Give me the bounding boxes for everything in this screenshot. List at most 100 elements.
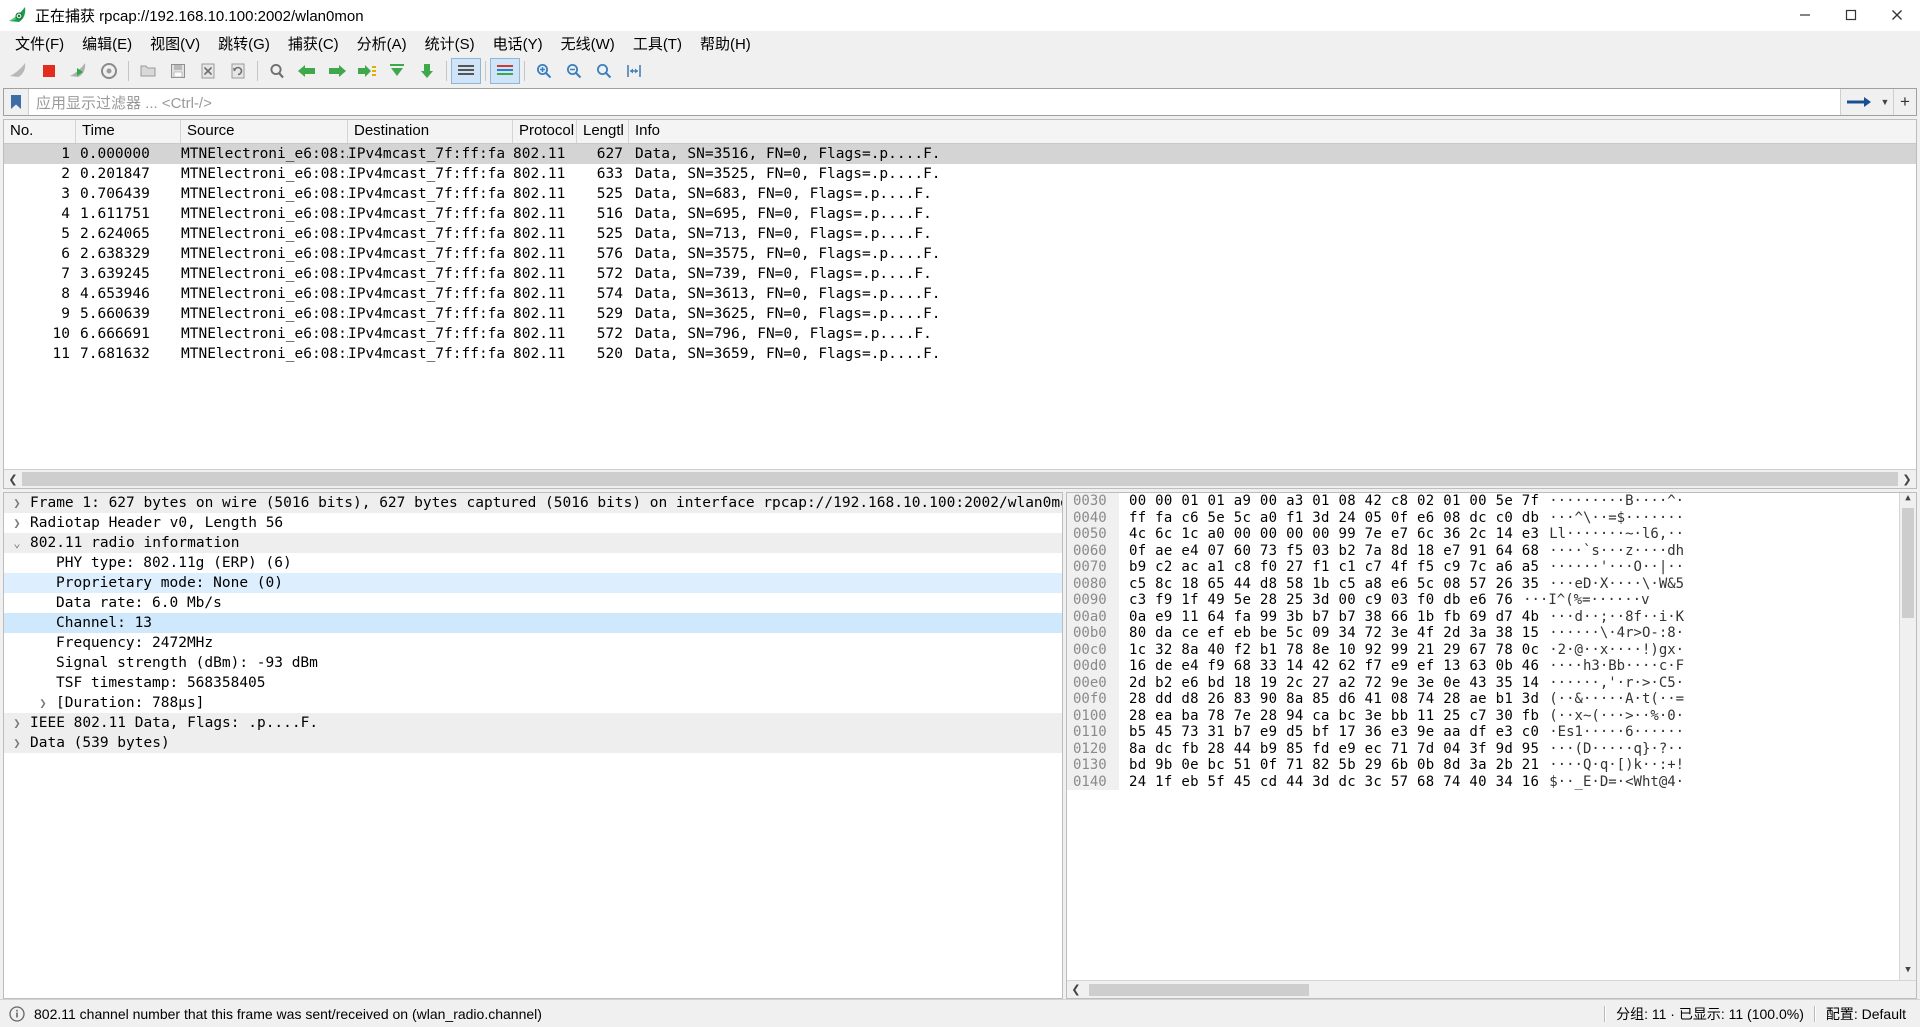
- reload-file-icon[interactable]: [223, 58, 253, 84]
- hex-dump-row[interactable]: 00600f ae e4 07 60 73 f5 03 b2 7a 8d 18 …: [1067, 543, 1899, 560]
- minimize-button[interactable]: [1782, 0, 1828, 30]
- go-last-packet-icon[interactable]: [412, 58, 442, 84]
- packet-row[interactable]: 95.660639MTNElectroni_e6:08:…IPv4mcast_7…: [4, 304, 1916, 324]
- detail-tree-row[interactable]: Channel: 13: [4, 613, 1062, 633]
- menu-tools[interactable]: 工具(T): [624, 30, 691, 57]
- hex-dump-body[interactable]: 003000 00 01 01 a9 00 a3 01 08 42 c8 02 …: [1067, 493, 1916, 980]
- scroll-left-icon[interactable]: ❮: [4, 473, 22, 486]
- chevron-right-icon[interactable]: ❯: [4, 513, 30, 533]
- menu-edit[interactable]: 编辑(E): [73, 30, 141, 57]
- column-header-destination[interactable]: Destination: [348, 120, 513, 143]
- column-header-time[interactable]: Time: [76, 120, 181, 143]
- detail-tree-row[interactable]: ⌄802.11 radio information: [4, 533, 1062, 553]
- hex-vscrollbar[interactable]: ▲ ▼: [1899, 493, 1916, 980]
- hex-dump-row[interactable]: 0040ff fa c6 5e 5c a0 f1 3d 24 05 0f e6 …: [1067, 510, 1899, 527]
- menu-telephony[interactable]: 电话(Y): [484, 30, 552, 57]
- hex-dump-row[interactable]: 00c01c 32 8a 40 f2 b1 78 8e 10 92 99 21 …: [1067, 642, 1899, 659]
- display-filter-input[interactable]: 应用显示过滤器 ... <Ctrl-/>: [29, 89, 1840, 115]
- detail-tree-row[interactable]: ❯Data (539 bytes): [4, 733, 1062, 753]
- apply-filter-button[interactable]: [1840, 89, 1877, 115]
- info-circle-icon[interactable]: [6, 1006, 28, 1022]
- detail-tree-row[interactable]: Frequency: 2472MHz: [4, 633, 1062, 653]
- menu-view[interactable]: 视图(V): [141, 30, 209, 57]
- open-file-icon[interactable]: [133, 58, 163, 84]
- packet-row[interactable]: 10.000000MTNElectroni_e6:08:…IPv4mcast_7…: [4, 144, 1916, 164]
- go-to-packet-icon[interactable]: [352, 58, 382, 84]
- packet-row[interactable]: 62.638329MTNElectroni_e6:08:…IPv4mcast_7…: [4, 244, 1916, 264]
- packet-row[interactable]: 52.624065MTNElectroni_e6:08:…IPv4mcast_7…: [4, 224, 1916, 244]
- find-packet-icon[interactable]: [262, 58, 292, 84]
- start-capture-icon[interactable]: [4, 58, 34, 84]
- scroll-track[interactable]: [22, 472, 1898, 486]
- detail-tree-row[interactable]: ❯Frame 1: 627 bytes on wire (5016 bits),…: [4, 493, 1062, 513]
- capture-options-icon[interactable]: [94, 58, 124, 84]
- detail-tree-row[interactable]: Proprietary mode: None (0): [4, 573, 1062, 593]
- menu-wireless[interactable]: 无线(W): [552, 30, 624, 57]
- column-header-protocol[interactable]: Protocol: [513, 120, 577, 143]
- chevron-down-icon[interactable]: ⌄: [4, 533, 30, 553]
- go-first-packet-icon[interactable]: [382, 58, 412, 84]
- column-header-length[interactable]: Lengtl: [577, 120, 629, 143]
- chevron-right-icon[interactable]: ❯: [4, 733, 30, 753]
- filter-history-chevron-down-icon[interactable]: ▼: [1877, 89, 1893, 115]
- packet-row[interactable]: 106.666691MTNElectroni_e6:08:…IPv4mcast_…: [4, 324, 1916, 344]
- add-filter-button[interactable]: +: [1893, 89, 1916, 115]
- hex-dump-rows[interactable]: 003000 00 01 01 a9 00 a3 01 08 42 c8 02 …: [1067, 493, 1899, 980]
- menu-capture[interactable]: 捕获(C): [279, 30, 348, 57]
- hex-dump-row[interactable]: 0080c5 8c 18 65 44 d8 58 1b c5 a8 e6 5c …: [1067, 576, 1899, 593]
- chevron-right-icon[interactable]: ❯: [4, 713, 30, 733]
- detail-tree-row[interactable]: ❯IEEE 802.11 Data, Flags: .p....F.: [4, 713, 1062, 733]
- hex-dump-row[interactable]: 0090c3 f9 1f 49 5e 28 25 3d 00 c9 03 f0 …: [1067, 592, 1899, 609]
- packet-row[interactable]: 20.201847MTNElectroni_e6:08:…IPv4mcast_7…: [4, 164, 1916, 184]
- detail-tree-row[interactable]: Data rate: 6.0 Mb/s: [4, 593, 1062, 613]
- menu-go[interactable]: 跳转(G): [209, 30, 279, 57]
- menu-file[interactable]: 文件(F): [6, 30, 73, 57]
- packet-list-body[interactable]: 10.000000MTNElectroni_e6:08:…IPv4mcast_7…: [4, 144, 1916, 469]
- zoom-reset-icon[interactable]: [589, 58, 619, 84]
- detail-tree-row[interactable]: ❯Radiotap Header v0, Length 56: [4, 513, 1062, 533]
- packet-row[interactable]: 117.681632MTNElectroni_e6:08:…IPv4mcast_…: [4, 344, 1916, 364]
- zoom-out-icon[interactable]: [559, 58, 589, 84]
- packet-details-pane[interactable]: ❯Frame 1: 627 bytes on wire (5016 bits),…: [3, 492, 1063, 999]
- detail-tree-row[interactable]: TSF timestamp: 568358405: [4, 673, 1062, 693]
- packet-row[interactable]: 73.639245MTNElectroni_e6:08:…IPv4mcast_7…: [4, 264, 1916, 284]
- hex-dump-row[interactable]: 0070b9 c2 ac a1 c8 f0 27 f1 c1 c7 4f f5 …: [1067, 559, 1899, 576]
- menu-help[interactable]: 帮助(H): [691, 30, 760, 57]
- column-header-no[interactable]: No.: [4, 120, 76, 143]
- scroll-track[interactable]: [1900, 618, 1916, 965]
- hex-dump-row[interactable]: 0130bd 9b 0e bc 51 0f 71 82 5b 29 6b 0b …: [1067, 757, 1899, 774]
- scroll-thumb[interactable]: [1902, 508, 1914, 618]
- detail-tree-row[interactable]: ❯[Duration: 788µs]: [4, 693, 1062, 713]
- scroll-left-icon[interactable]: ❮: [1067, 983, 1085, 996]
- chevron-right-icon[interactable]: ❯: [4, 493, 30, 513]
- close-button[interactable]: [1874, 0, 1920, 30]
- chevron-right-icon[interactable]: ❯: [30, 693, 56, 713]
- hex-dump-row[interactable]: 014024 1f eb 5f 45 cd 44 3d dc 3c 57 68 …: [1067, 774, 1899, 791]
- scroll-up-icon[interactable]: ▲: [1900, 493, 1916, 508]
- menu-statistics[interactable]: 统计(S): [416, 30, 484, 57]
- scroll-right-icon[interactable]: ❯: [1898, 473, 1916, 486]
- auto-scroll-icon[interactable]: [490, 58, 520, 84]
- packet-row[interactable]: 84.653946MTNElectroni_e6:08:…IPv4mcast_7…: [4, 284, 1916, 304]
- close-file-icon[interactable]: [193, 58, 223, 84]
- hex-dump-row[interactable]: 003000 00 01 01 a9 00 a3 01 08 42 c8 02 …: [1067, 493, 1899, 510]
- zoom-in-icon[interactable]: [529, 58, 559, 84]
- packet-list-hscrollbar[interactable]: ❮ ❯: [4, 469, 1916, 488]
- packet-row[interactable]: 41.611751MTNElectroni_e6:08:…IPv4mcast_7…: [4, 204, 1916, 224]
- hex-dump-row[interactable]: 00d016 de e4 f9 68 33 14 42 62 f7 e9 ef …: [1067, 658, 1899, 675]
- menu-analyze[interactable]: 分析(A): [348, 30, 416, 57]
- bookmark-icon[interactable]: [4, 89, 29, 115]
- packet-row[interactable]: 30.706439MTNElectroni_e6:08:…IPv4mcast_7…: [4, 184, 1916, 204]
- hex-dump-row[interactable]: 00a00a e9 11 64 fa 99 3b b7 b7 38 66 1b …: [1067, 609, 1899, 626]
- hex-dump-row[interactable]: 00f028 dd d8 26 83 90 8a 85 d6 41 08 74 …: [1067, 691, 1899, 708]
- resize-columns-icon[interactable]: [619, 58, 649, 84]
- detail-tree-row[interactable]: PHY type: 802.11g (ERP) (6): [4, 553, 1062, 573]
- go-forward-icon[interactable]: [322, 58, 352, 84]
- scroll-down-icon[interactable]: ▼: [1900, 965, 1916, 980]
- restart-capture-icon[interactable]: [64, 58, 94, 84]
- hex-hscrollbar[interactable]: ❮: [1067, 980, 1916, 998]
- save-file-icon[interactable]: [163, 58, 193, 84]
- hex-dump-row[interactable]: 01208a dc fb 28 44 b9 85 fd e9 ec 71 7d …: [1067, 741, 1899, 758]
- colorize-packets-icon[interactable]: [451, 58, 481, 84]
- column-header-info[interactable]: Info: [629, 120, 1916, 143]
